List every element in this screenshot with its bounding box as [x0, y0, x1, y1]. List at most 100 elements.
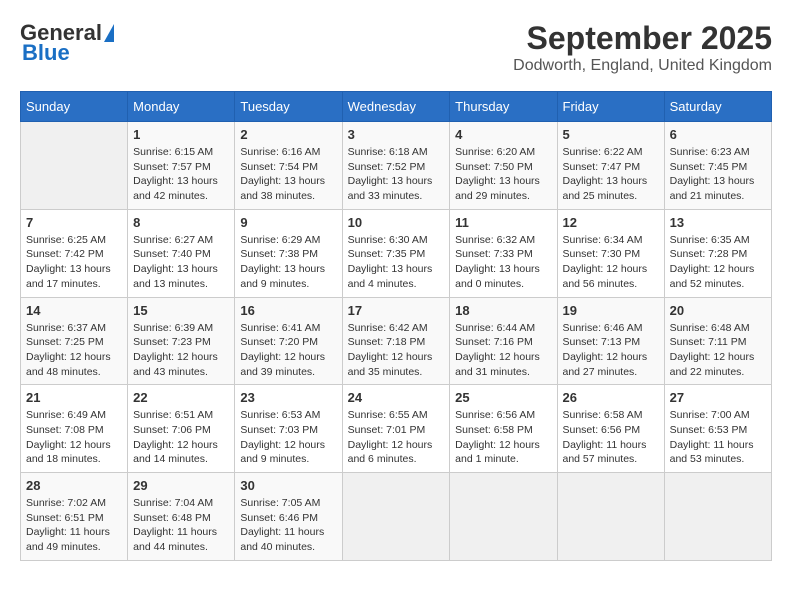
header-monday: Monday: [128, 92, 235, 122]
calendar-header: SundayMondayTuesdayWednesdayThursdayFrid…: [21, 92, 772, 122]
day-detail: Sunrise: 7:00 AMSunset: 6:53 PMDaylight:…: [670, 408, 766, 467]
calendar-cell: 22 Sunrise: 6:51 AMSunset: 7:06 PMDayligh…: [128, 385, 235, 473]
calendar-cell: 28 Sunrise: 7:02 AMSunset: 6:51 PMDayligh…: [21, 473, 128, 561]
calendar-cell: [557, 473, 664, 561]
day-detail: Sunrise: 6:48 AMSunset: 7:11 PMDaylight:…: [670, 321, 766, 380]
day-detail: Sunrise: 7:02 AMSunset: 6:51 PMDaylight:…: [26, 496, 122, 555]
day-detail: Sunrise: 6:18 AMSunset: 7:52 PMDaylight:…: [348, 145, 445, 204]
calendar-cell: 5 Sunrise: 6:22 AMSunset: 7:47 PMDaylight…: [557, 122, 664, 210]
calendar-cell: 13 Sunrise: 6:35 AMSunset: 7:28 PMDayligh…: [664, 209, 771, 297]
day-number: 8: [133, 215, 229, 230]
header-sunday: Sunday: [21, 92, 128, 122]
calendar-cell: 7 Sunrise: 6:25 AMSunset: 7:42 PMDaylight…: [21, 209, 128, 297]
day-detail: Sunrise: 6:20 AMSunset: 7:50 PMDaylight:…: [455, 145, 551, 204]
logo-blue-text: Blue: [22, 40, 70, 65]
calendar-cell: 21 Sunrise: 6:49 AMSunset: 7:08 PMDayligh…: [21, 385, 128, 473]
day-detail: Sunrise: 6:25 AMSunset: 7:42 PMDaylight:…: [26, 233, 122, 292]
calendar-cell: 2 Sunrise: 6:16 AMSunset: 7:54 PMDaylight…: [235, 122, 342, 210]
day-detail: Sunrise: 6:29 AMSunset: 7:38 PMDaylight:…: [240, 233, 336, 292]
day-number: 5: [563, 127, 659, 142]
day-number: 14: [26, 303, 122, 318]
calendar-cell: 8 Sunrise: 6:27 AMSunset: 7:40 PMDaylight…: [128, 209, 235, 297]
page-header: General Blue September 2025 Dodworth, En…: [20, 20, 772, 75]
calendar-cell: 12 Sunrise: 6:34 AMSunset: 7:30 PMDayligh…: [557, 209, 664, 297]
calendar-cell: 14 Sunrise: 6:37 AMSunset: 7:25 PMDayligh…: [21, 297, 128, 385]
page-title: September 2025: [513, 20, 772, 57]
day-detail: Sunrise: 6:39 AMSunset: 7:23 PMDaylight:…: [133, 321, 229, 380]
header-wednesday: Wednesday: [342, 92, 450, 122]
day-number: 29: [133, 478, 229, 493]
day-detail: Sunrise: 6:23 AMSunset: 7:45 PMDaylight:…: [670, 145, 766, 204]
day-number: 17: [348, 303, 445, 318]
header-friday: Friday: [557, 92, 664, 122]
day-number: 16: [240, 303, 336, 318]
title-area: September 2025 Dodworth, England, United…: [513, 20, 772, 75]
day-number: 24: [348, 390, 445, 405]
logo: General Blue: [20, 20, 110, 66]
day-detail: Sunrise: 6:30 AMSunset: 7:35 PMDaylight:…: [348, 233, 445, 292]
day-detail: Sunrise: 6:53 AMSunset: 7:03 PMDaylight:…: [240, 408, 336, 467]
day-number: 9: [240, 215, 336, 230]
calendar-body: 1Sunrise: 6:15 AMSunset: 7:57 PMDaylight…: [21, 122, 772, 561]
day-detail: Sunrise: 6:51 AMSunset: 7:06 PMDaylight:…: [133, 408, 229, 467]
calendar-cell: 4 Sunrise: 6:20 AMSunset: 7:50 PMDaylight…: [450, 122, 557, 210]
calendar-cell: [450, 473, 557, 561]
day-number: 13: [670, 215, 766, 230]
page-subtitle: Dodworth, England, United Kingdom: [513, 57, 772, 75]
calendar-cell: 6 Sunrise: 6:23 AMSunset: 7:45 PMDaylight…: [664, 122, 771, 210]
calendar-cell: 26Sunrise: 6:58 AMSunset: 6:56 PMDayligh…: [557, 385, 664, 473]
day-detail: Sunrise: 6:15 AMSunset: 7:57 PMDaylight:…: [133, 145, 229, 204]
day-number: 11: [455, 215, 551, 230]
day-number: 20: [670, 303, 766, 318]
calendar-cell: 11 Sunrise: 6:32 AMSunset: 7:33 PMDayligh…: [450, 209, 557, 297]
calendar-cell: 16Sunrise: 6:41 AMSunset: 7:20 PMDayligh…: [235, 297, 342, 385]
day-detail: Sunrise: 6:44 AMSunset: 7:16 PMDaylight:…: [455, 321, 551, 380]
day-number: 6: [670, 127, 766, 142]
day-detail: Sunrise: 7:04 AMSunset: 6:48 PMDaylight:…: [133, 496, 229, 555]
day-number: 28: [26, 478, 122, 493]
day-number: 12: [563, 215, 659, 230]
calendar-cell: 30 Sunrise: 7:05 AMSunset: 6:46 PMDayligh…: [235, 473, 342, 561]
calendar-cell: [342, 473, 450, 561]
calendar-cell: 19 Sunrise: 6:46 AMSunset: 7:13 PMDayligh…: [557, 297, 664, 385]
day-number: 7: [26, 215, 122, 230]
day-detail: Sunrise: 6:22 AMSunset: 7:47 PMDaylight:…: [563, 145, 659, 204]
day-detail: Sunrise: 6:49 AMSunset: 7:08 PMDaylight:…: [26, 408, 122, 467]
header-tuesday: Tuesday: [235, 92, 342, 122]
day-number: 4: [455, 127, 551, 142]
day-detail: Sunrise: 7:05 AMSunset: 6:46 PMDaylight:…: [240, 496, 336, 555]
calendar-cell: 1Sunrise: 6:15 AMSunset: 7:57 PMDaylight…: [128, 122, 235, 210]
header-thursday: Thursday: [450, 92, 557, 122]
day-detail: Sunrise: 6:55 AMSunset: 7:01 PMDaylight:…: [348, 408, 445, 467]
day-detail: Sunrise: 6:37 AMSunset: 7:25 PMDaylight:…: [26, 321, 122, 380]
calendar-cell: [21, 122, 128, 210]
day-number: 21: [26, 390, 122, 405]
calendar-cell: 27Sunrise: 7:00 AMSunset: 6:53 PMDayligh…: [664, 385, 771, 473]
day-number: 18: [455, 303, 551, 318]
calendar-cell: 15Sunrise: 6:39 AMSunset: 7:23 PMDayligh…: [128, 297, 235, 385]
day-number: 30: [240, 478, 336, 493]
calendar-table: SundayMondayTuesdayWednesdayThursdayFrid…: [20, 91, 772, 561]
day-detail: Sunrise: 6:32 AMSunset: 7:33 PMDaylight:…: [455, 233, 551, 292]
calendar-cell: [664, 473, 771, 561]
day-number: 25: [455, 390, 551, 405]
day-detail: Sunrise: 6:58 AMSunset: 6:56 PMDaylight:…: [563, 408, 659, 467]
day-detail: Sunrise: 6:16 AMSunset: 7:54 PMDaylight:…: [240, 145, 336, 204]
logo-triangle-icon: [104, 24, 114, 42]
day-detail: Sunrise: 6:35 AMSunset: 7:28 PMDaylight:…: [670, 233, 766, 292]
day-number: 10: [348, 215, 445, 230]
day-number: 2: [240, 127, 336, 142]
calendar-cell: 24 Sunrise: 6:55 AMSunset: 7:01 PMDayligh…: [342, 385, 450, 473]
calendar-cell: 17Sunrise: 6:42 AMSunset: 7:18 PMDayligh…: [342, 297, 450, 385]
calendar-cell: 25Sunrise: 6:56 AMSunset: 6:58 PMDayligh…: [450, 385, 557, 473]
day-detail: Sunrise: 6:46 AMSunset: 7:13 PMDaylight:…: [563, 321, 659, 380]
day-number: 19: [563, 303, 659, 318]
calendar-cell: 29 Sunrise: 7:04 AMSunset: 6:48 PMDayligh…: [128, 473, 235, 561]
day-number: 3: [348, 127, 445, 142]
day-detail: Sunrise: 6:34 AMSunset: 7:30 PMDaylight:…: [563, 233, 659, 292]
calendar-cell: 9 Sunrise: 6:29 AMSunset: 7:38 PMDaylight…: [235, 209, 342, 297]
header-saturday: Saturday: [664, 92, 771, 122]
day-detail: Sunrise: 6:27 AMSunset: 7:40 PMDaylight:…: [133, 233, 229, 292]
day-number: 22: [133, 390, 229, 405]
calendar-cell: 10 Sunrise: 6:30 AMSunset: 7:35 PMDayligh…: [342, 209, 450, 297]
